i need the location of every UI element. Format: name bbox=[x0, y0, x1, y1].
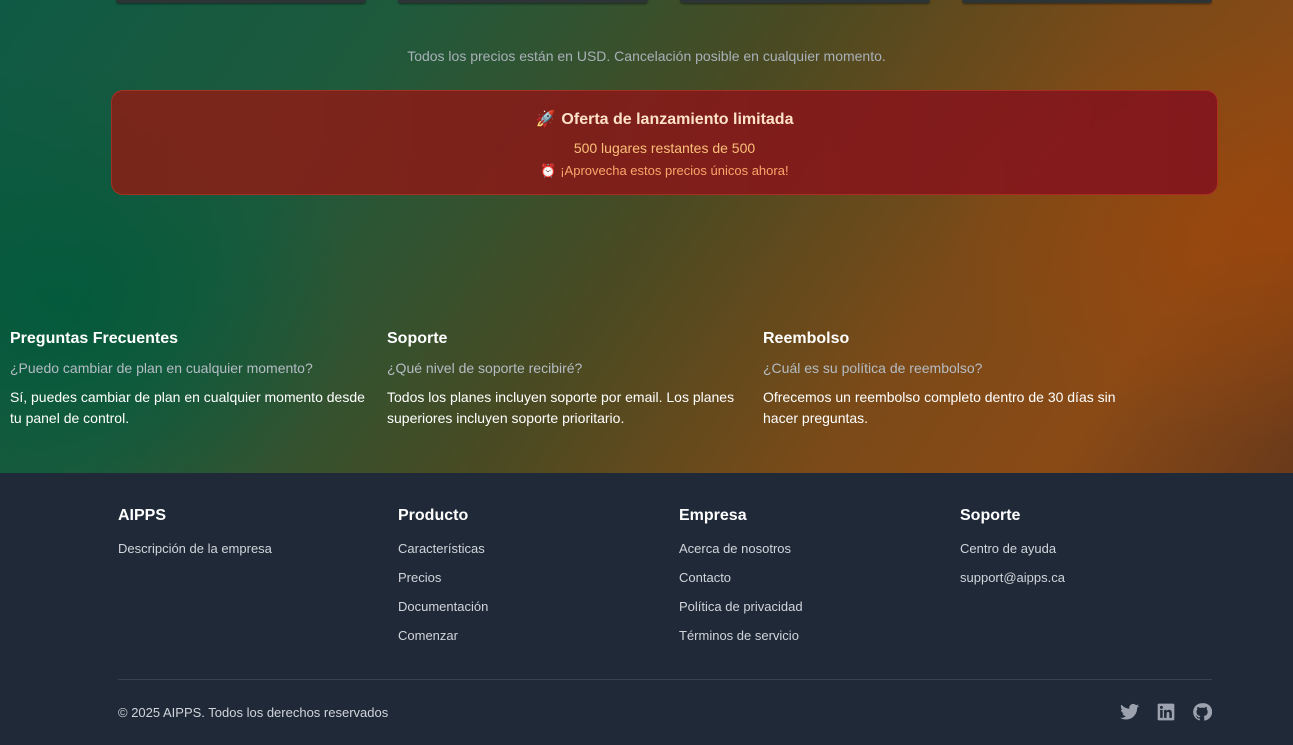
footer-brand-column: AIPPS Descripción de la empresa bbox=[118, 507, 378, 556]
footer-link-pricing[interactable]: Precios bbox=[398, 570, 658, 599]
footer-support-column: Soporte Centro de ayuda support@aipps.ca bbox=[960, 507, 1220, 599]
faq-question: ¿Puedo cambiar de plan en cualquier mome… bbox=[10, 360, 313, 376]
pricing-section: Todos los precios están en USD. Cancelac… bbox=[0, 0, 1293, 473]
footer-link-features[interactable]: Características bbox=[398, 541, 658, 570]
pricing-card-bottom-edge bbox=[398, 0, 648, 3]
footer-divider bbox=[118, 679, 1212, 680]
github-icon[interactable] bbox=[1192, 702, 1212, 722]
faq-question: ¿Qué nivel de soporte recibiré? bbox=[387, 360, 583, 376]
footer-link-get-started[interactable]: Comenzar bbox=[398, 628, 658, 657]
footer-column-title: Empresa bbox=[679, 507, 747, 524]
rocket-icon: 🚀 bbox=[535, 111, 556, 128]
launch-offer-banner: 🚀 Oferta de lanzamiento limitada 500 luga… bbox=[111, 90, 1218, 195]
company-description: Descripción de la empresa bbox=[118, 541, 272, 556]
faq-heading: Preguntas Frecuentes bbox=[10, 330, 179, 347]
footer-column-title: Soporte bbox=[960, 507, 1021, 524]
footer-link-terms[interactable]: Términos de servicio bbox=[679, 628, 939, 657]
faq-answer: Todos los planes incluyen soporte por em… bbox=[387, 389, 735, 426]
pricing-card-bottom-edge bbox=[116, 0, 366, 3]
faq-question: ¿Cuál es su política de reembolso? bbox=[763, 360, 983, 376]
footer-link-about[interactable]: Acerca de nosotros bbox=[679, 541, 939, 570]
footer-product-column: Producto Características Precios Documen… bbox=[398, 507, 658, 657]
offer-cta-text: ¡Aprovecha estos precios únicos ahora! bbox=[560, 163, 789, 178]
footer-brand-title: AIPPS bbox=[118, 507, 167, 524]
offer-title-row: 🚀 Oferta de lanzamiento limitada bbox=[112, 109, 1217, 129]
footer-link-support-email[interactable]: support@aipps.ca bbox=[960, 570, 1220, 599]
copyright: © 2025 AIPPS. Todos los derechos reserva… bbox=[118, 705, 389, 720]
faq-heading: Reembolso bbox=[763, 330, 850, 347]
faq-heading: Soporte bbox=[387, 330, 448, 347]
alarm-clock-icon: ⏰ bbox=[540, 163, 557, 178]
faq-answer: Ofrecemos un reembolso completo dentro d… bbox=[763, 389, 1116, 426]
faq-item-refund: Reembolso ¿Cuál es su política de reembo… bbox=[763, 330, 1118, 429]
faq-item-faq: Preguntas Frecuentes ¿Puedo cambiar de p… bbox=[10, 330, 365, 429]
pricing-card-bottom-edge bbox=[962, 0, 1212, 3]
footer-column-title: Producto bbox=[398, 507, 469, 524]
linkedin-icon[interactable] bbox=[1156, 702, 1176, 722]
footer-company-column: Empresa Acerca de nosotros Contacto Polí… bbox=[679, 507, 939, 657]
footer-link-privacy[interactable]: Política de privacidad bbox=[679, 599, 939, 628]
faq-item-support: Soporte ¿Qué nivel de soporte recibiré? … bbox=[387, 330, 742, 429]
faq-answer: Sí, puedes cambiar de plan en cualquier … bbox=[10, 389, 365, 426]
offer-title: Oferta de lanzamiento limitada bbox=[561, 111, 794, 128]
footer-link-help-center[interactable]: Centro de ayuda bbox=[960, 541, 1220, 570]
offer-cta-row: ⏰ ¡Aprovecha estos precios únicos ahora! bbox=[112, 163, 1217, 179]
pricing-note: Todos los precios están en USD. Cancelac… bbox=[407, 48, 886, 64]
twitter-icon[interactable] bbox=[1120, 702, 1140, 722]
offer-spots-remaining: 500 lugares restantes de 500 bbox=[573, 140, 756, 156]
pricing-card-bottom-edge bbox=[680, 0, 930, 3]
site-footer: AIPPS Descripción de la empresa Producto… bbox=[0, 473, 1293, 745]
footer-link-contact[interactable]: Contacto bbox=[679, 570, 939, 599]
footer-link-docs[interactable]: Documentación bbox=[398, 599, 658, 628]
